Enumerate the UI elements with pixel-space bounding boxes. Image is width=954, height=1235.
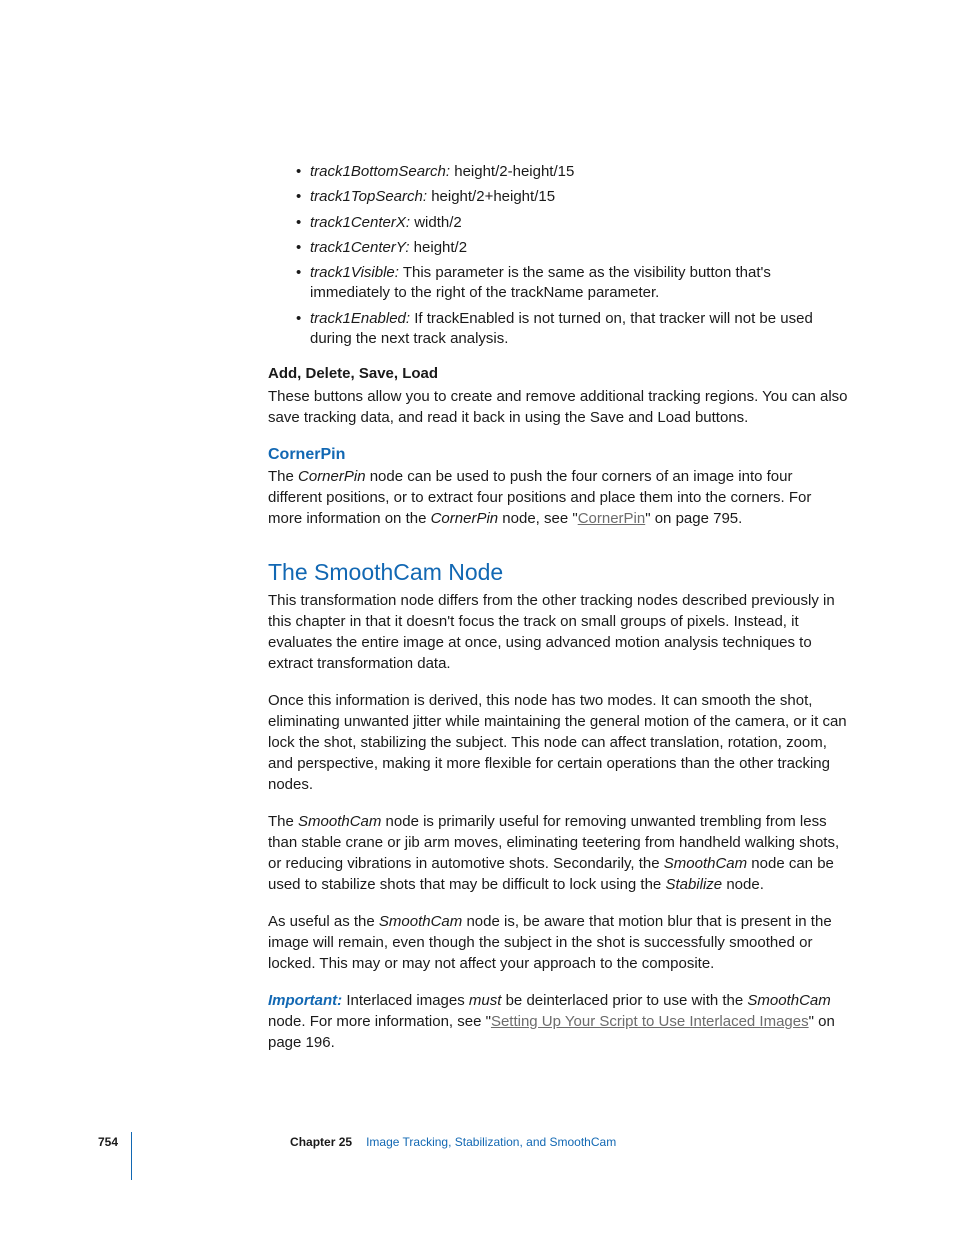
param-term: track1TopSearch: bbox=[310, 188, 427, 205]
subheading-add: Add, Delete, Save, Load bbox=[268, 363, 849, 384]
important-note: Important: Interlaced images must be dei… bbox=[268, 990, 849, 1053]
paragraph: Once this information is derived, this n… bbox=[268, 690, 849, 795]
paragraph: This transformation node differs from th… bbox=[268, 590, 849, 674]
link-interlaced[interactable]: Setting Up Your Script to Use Interlaced… bbox=[491, 1013, 809, 1030]
list-item: track1CenterY: height/2 bbox=[296, 238, 849, 258]
page-content: track1BottomSearch: height/2-height/15 t… bbox=[268, 162, 849, 1069]
footer-rule bbox=[131, 1132, 132, 1180]
link-cornerpin[interactable]: CornerPin bbox=[578, 510, 646, 527]
paragraph: The CornerPin node can be used to push t… bbox=[268, 466, 849, 529]
paragraph: As useful as the SmoothCam node is, be a… bbox=[268, 911, 849, 974]
list-item: track1TopSearch: height/2+height/15 bbox=[296, 187, 849, 207]
heading-cornerpin: CornerPin bbox=[268, 446, 849, 464]
list-item: track1BottomSearch: height/2-height/15 bbox=[296, 162, 849, 182]
param-desc: height/2-height/15 bbox=[454, 163, 574, 180]
param-desc: height/2 bbox=[414, 239, 467, 256]
param-term: track1BottomSearch: bbox=[310, 163, 450, 180]
param-term: track1CenterY: bbox=[310, 239, 410, 256]
heading-smoothcam: The SmoothCam Node bbox=[268, 559, 849, 586]
param-desc: width/2 bbox=[414, 214, 462, 231]
param-term: track1Enabled: bbox=[310, 310, 410, 327]
page-number: 754 bbox=[98, 1135, 118, 1149]
paragraph: The SmoothCam node is primarily useful f… bbox=[268, 811, 849, 895]
list-item: track1Visible: This parameter is the sam… bbox=[296, 263, 849, 304]
param-term: track1Visible: bbox=[310, 264, 399, 281]
param-term: track1CenterX: bbox=[310, 214, 410, 231]
chapter-title: Image Tracking, Stabilization, and Smoot… bbox=[366, 1135, 616, 1149]
param-desc: height/2+height/15 bbox=[431, 188, 555, 205]
parameter-list: track1BottomSearch: height/2-height/15 t… bbox=[296, 162, 849, 349]
list-item: track1CenterX: width/2 bbox=[296, 213, 849, 233]
chapter-label: Chapter 25 bbox=[290, 1135, 352, 1149]
list-item: track1Enabled: If trackEnabled is not tu… bbox=[296, 309, 849, 350]
page-footer: 754 Chapter 25 Image Tracking, Stabiliza… bbox=[98, 1135, 849, 1149]
paragraph: These buttons allow you to create and re… bbox=[268, 386, 849, 428]
important-label: Important: bbox=[268, 992, 346, 1009]
